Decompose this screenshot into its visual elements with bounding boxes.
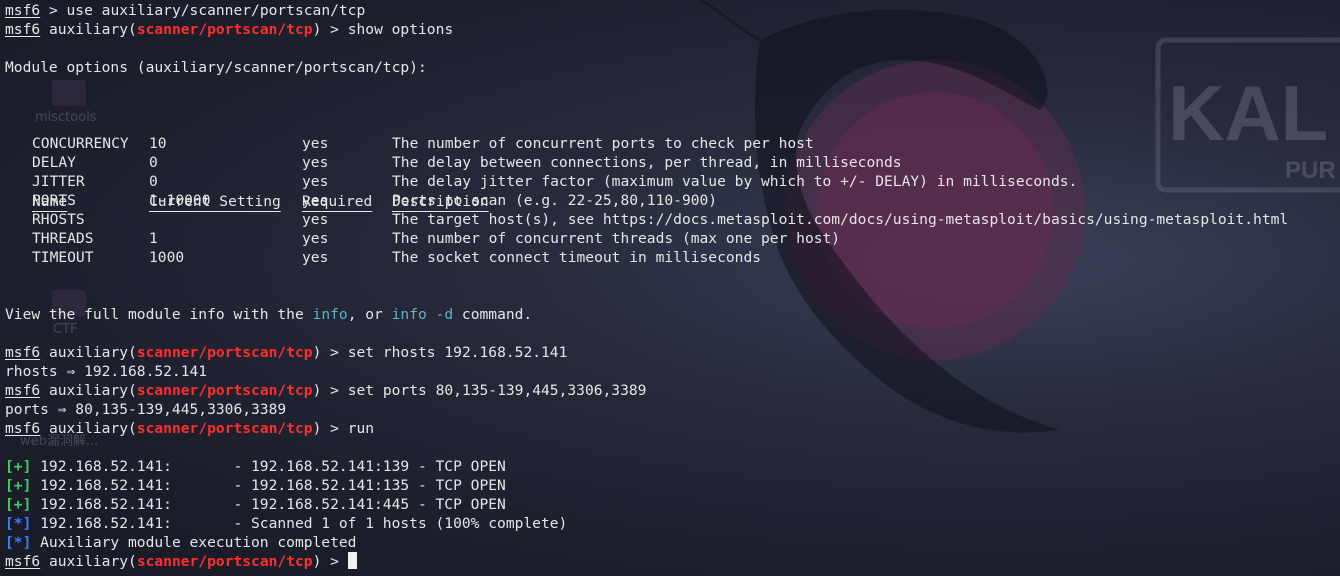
module-prefix: auxiliary( bbox=[48, 382, 137, 399]
scan-results: [+] 192.168.52.141: - 192.168.52.141:139… bbox=[5, 457, 646, 552]
option-name: JITTER bbox=[32, 173, 85, 190]
prompt-line: msf6 auxiliary(scanner/portscan/tcp) > s… bbox=[5, 20, 646, 39]
option-required: yes bbox=[302, 249, 329, 266]
module-options-title: Module options (auxiliary/scanner/portsc… bbox=[5, 59, 427, 76]
success-marker: [+] bbox=[5, 477, 32, 494]
options-table-row: RHOSTS yes The target host(s), see https:/… bbox=[5, 210, 1288, 229]
info-hint-line: View the full module info with the info,… bbox=[5, 305, 646, 324]
module-suffix: ) > bbox=[312, 420, 348, 437]
option-description: Ports to scan (e.g. 22-25,80,110-900) bbox=[392, 192, 718, 209]
scan-result-line: [+] 192.168.52.141: - 192.168.52.141:445… bbox=[5, 495, 646, 514]
kali-logo-subtext: PUR bbox=[1285, 157, 1336, 184]
option-description: The target host(s), see https://docs.met… bbox=[392, 211, 1289, 228]
options-table-rows: CONCURRENCY 10 yes The number of concurrent… bbox=[5, 134, 1288, 267]
scan-result-line: [+] 192.168.52.141: - 192.168.52.141:135… bbox=[5, 476, 646, 495]
prompt-line: msf6 auxiliary(scanner/portscan/tcp) > r… bbox=[5, 419, 646, 438]
scan-result-text: 192.168.52.141: - 192.168.52.141:445 - T… bbox=[31, 496, 506, 513]
options-table-row: CONCURRENCY 10 yes The number of concurrent… bbox=[5, 134, 814, 153]
options-table-row: DELAY 0 yes The delay between connections, … bbox=[5, 153, 902, 172]
option-name: RHOSTS bbox=[32, 211, 85, 228]
msf-prompt: msf6 bbox=[5, 553, 41, 570]
scan-result-line: [+] 192.168.52.141: - 192.168.52.141:139… bbox=[5, 457, 646, 476]
options-table-row: PORTS 1-10000 yes Ports to scan (e.g. 22-25… bbox=[5, 191, 717, 210]
option-current-setting: 0 bbox=[149, 173, 158, 190]
options-table-row: TIMEOUT 1000 yes The socket connect timeout… bbox=[5, 248, 761, 267]
info-hint-text: , or bbox=[347, 306, 392, 323]
option-current-setting: 1 bbox=[149, 230, 158, 247]
prompt-line: msf6 auxiliary(scanner/portscan/tcp) > s… bbox=[5, 381, 646, 400]
scan-result-text: 192.168.52.141: - 192.168.52.141:135 - T… bbox=[31, 477, 506, 494]
scan-result-text: Auxiliary module execution completed bbox=[31, 534, 357, 551]
command-text: show options bbox=[347, 21, 454, 38]
options-table-header: Name Current Setting Required Descriptio… bbox=[5, 96, 646, 210]
success-marker: [+] bbox=[5, 496, 32, 513]
success-marker: [+] bbox=[5, 458, 32, 475]
msf-prompt: msf6 bbox=[5, 2, 41, 19]
module-name: scanner/portscan/tcp bbox=[136, 382, 313, 399]
option-name: TIMEOUT bbox=[32, 249, 94, 266]
command-text: set ports 80,135-139,445,3306,3389 bbox=[347, 382, 647, 399]
module-name: scanner/portscan/tcp bbox=[136, 344, 313, 361]
module-name: scanner/portscan/tcp bbox=[136, 21, 313, 38]
option-description: The number of concurrent ports to check … bbox=[392, 135, 814, 152]
text-cursor[interactable] bbox=[347, 552, 357, 569]
scan-result-line: [*] 192.168.52.141: - Scanned 1 of 1 hos… bbox=[5, 514, 646, 533]
terminal-window[interactable]: KAL PUR misctools CTF web漏洞解... msf6 > u… bbox=[0, 0, 1340, 576]
module-suffix: ) > bbox=[312, 21, 348, 38]
option-description: The delay between connections, per threa… bbox=[392, 154, 902, 171]
info-d-command: info -d bbox=[391, 306, 454, 323]
module-prefix: auxiliary( bbox=[48, 420, 137, 437]
terminal-output: msf6 > use auxiliary/scanner/portscan/tc… bbox=[5, 1, 1288, 571]
option-name: PORTS bbox=[32, 192, 76, 209]
option-name: DELAY bbox=[32, 154, 76, 171]
options-table-row: THREADS 1 yes The number of concurrent thre… bbox=[5, 229, 840, 248]
kali-logo-text: KAL bbox=[1168, 69, 1328, 157]
option-required: yes bbox=[302, 230, 329, 247]
msf-prompt: msf6 bbox=[5, 382, 41, 399]
info-hint-text: View the full module info with the bbox=[5, 306, 313, 323]
option-description: The socket connect timeout in millisecon… bbox=[392, 249, 762, 266]
ports-echo: ports ⇒ 80,135-139,445,3306,3389 bbox=[5, 401, 287, 418]
option-current-setting: 1-10000 bbox=[149, 192, 211, 209]
msf-prompt: msf6 bbox=[5, 21, 41, 38]
option-required: yes bbox=[302, 173, 329, 190]
info-hint-text: command. bbox=[453, 306, 533, 323]
status-marker: [*] bbox=[5, 515, 32, 532]
options-table-row: JITTER 0 yes The delay jitter factor (maxim… bbox=[5, 172, 1077, 191]
prompt-line: msf6 auxiliary(scanner/portscan/tcp) > s… bbox=[5, 343, 646, 362]
option-required: yes bbox=[302, 135, 329, 152]
msf-prompt: msf6 bbox=[5, 344, 41, 361]
option-required: yes bbox=[302, 154, 329, 171]
option-name: CONCURRENCY bbox=[32, 135, 129, 152]
module-name: scanner/portscan/tcp bbox=[136, 553, 313, 570]
prompt-line: msf6 > use auxiliary/scanner/portscan/tc… bbox=[5, 1, 646, 20]
command-text: set rhosts 192.168.52.141 bbox=[347, 344, 568, 361]
option-name: THREADS bbox=[32, 230, 94, 247]
scan-result-line: [*] Auxiliary module execution completed bbox=[5, 533, 646, 552]
option-current-setting: 10 bbox=[149, 135, 167, 152]
option-required: yes bbox=[302, 192, 329, 209]
module-suffix: ) > bbox=[312, 382, 348, 399]
module-prefix: auxiliary( bbox=[48, 553, 137, 570]
scan-result-text: 192.168.52.141: - 192.168.52.141:139 - T… bbox=[31, 458, 506, 475]
option-required: yes bbox=[302, 211, 329, 228]
msf-prompt: msf6 bbox=[5, 420, 41, 437]
option-description: The delay jitter factor (maximum value b… bbox=[392, 173, 1078, 190]
module-prefix: auxiliary( bbox=[48, 344, 137, 361]
status-marker: [*] bbox=[5, 534, 32, 551]
info-command: info bbox=[312, 306, 348, 323]
module-suffix: ) > bbox=[312, 344, 348, 361]
module-name: scanner/portscan/tcp bbox=[136, 420, 313, 437]
rhosts-echo: rhosts ⇒ 192.168.52.141 bbox=[5, 363, 208, 380]
option-description: The number of concurrent threads (max on… bbox=[392, 230, 841, 247]
scan-result-text: 192.168.52.141: - Scanned 1 of 1 hosts (… bbox=[31, 515, 568, 532]
option-current-setting: 0 bbox=[149, 154, 158, 171]
command-text: > use auxiliary/scanner/portscan/tcp bbox=[48, 2, 366, 19]
active-prompt-line[interactable]: msf6 auxiliary(scanner/portscan/tcp) > bbox=[5, 552, 646, 571]
option-current-setting: 1000 bbox=[149, 249, 185, 266]
module-prefix: auxiliary( bbox=[48, 21, 137, 38]
command-text: run bbox=[347, 420, 375, 437]
module-suffix: ) > bbox=[312, 553, 348, 570]
